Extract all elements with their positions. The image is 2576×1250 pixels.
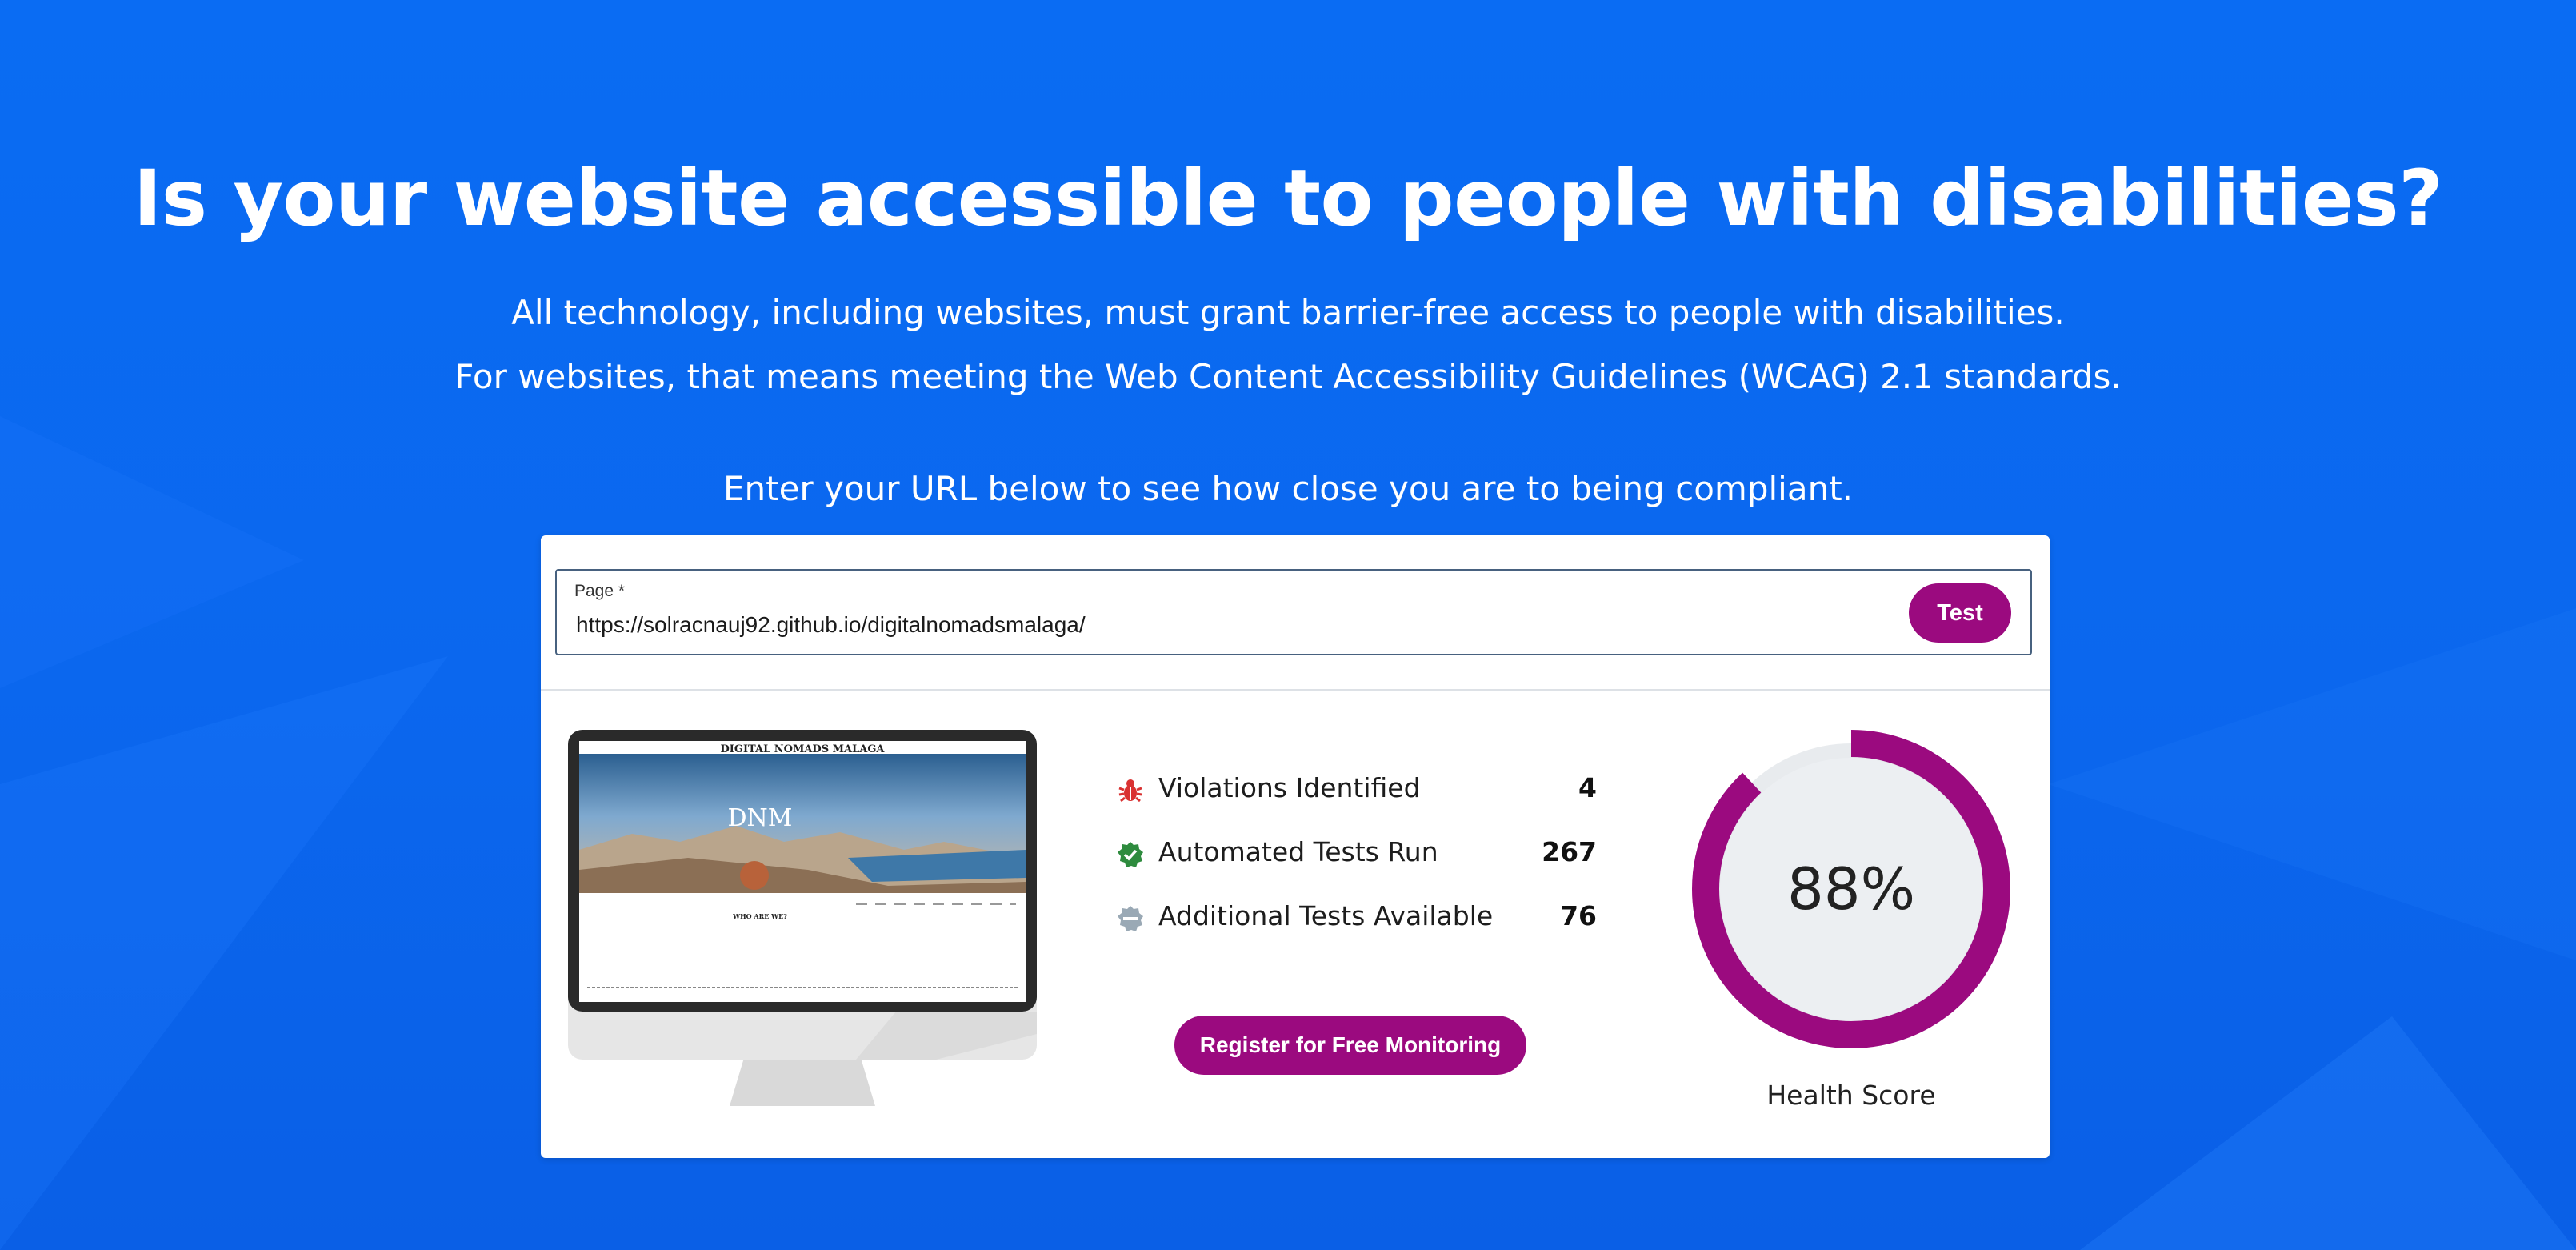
stat-label: Automated Tests Run: [1158, 836, 1438, 867]
check-badge-icon: [1118, 842, 1143, 867]
site-preview-monitor: DNM DIGITAL NOMADS MALAGA WHO ARE WE?: [568, 730, 1037, 1106]
intro-line-3: Enter your URL below to see how close yo…: [722, 469, 1854, 508]
minus-badge-icon: [1118, 906, 1143, 931]
register-free-monitoring-button[interactable]: Register for Free Monitoring: [1174, 1016, 1526, 1075]
accessibility-test-card: Page * https://solracnauj92.github.io/di…: [541, 535, 2050, 1158]
stat-violations: Violations Identified 4: [1117, 767, 1597, 831]
health-score-caption: Health Score: [1766, 1080, 1936, 1111]
url-input[interactable]: https://solracnauj92.github.io/digitalno…: [576, 612, 1086, 638]
url-field-label: Page *: [574, 582, 626, 600]
stat-additional-tests: Additional Tests Available 76: [1117, 895, 1597, 960]
preview-section-heading: WHO ARE WE?: [732, 912, 787, 920]
intro-line-1: All technology, including websites, must…: [511, 293, 2065, 332]
preview-site-title: DIGITAL NOMADS MALAGA: [720, 743, 885, 755]
stat-label: Additional Tests Available: [1158, 900, 1494, 931]
url-field[interactable]: Page * https://solracnauj92.github.io/di…: [555, 569, 2032, 655]
stat-value: 76: [1560, 900, 1597, 931]
stat-label: Violations Identified: [1158, 772, 1421, 803]
test-stats: Violations Identified 4 Automated Tests …: [1117, 767, 1597, 960]
preview-logo: DNM: [727, 804, 792, 832]
intro-line-2: For websites, that means meeting the Web…: [454, 357, 2122, 396]
test-button[interactable]: Test: [1909, 583, 2011, 643]
health-score-value: 88%: [1786, 855, 1916, 923]
page-headline: Is your website accessible to people wit…: [133, 154, 2443, 243]
bug-icon: [1118, 779, 1142, 803]
divider: [541, 689, 2050, 691]
stat-value: 4: [1578, 772, 1597, 803]
stat-value: 267: [1542, 836, 1597, 867]
stat-automated-tests: Automated Tests Run 267: [1117, 831, 1597, 895]
